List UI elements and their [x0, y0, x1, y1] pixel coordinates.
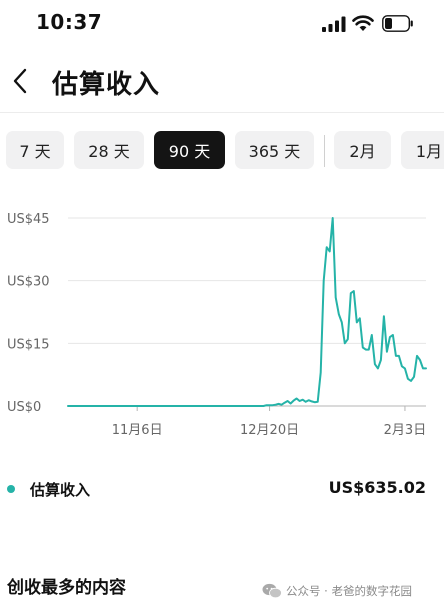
- series-line-estimated-earnings: [67, 217, 427, 407]
- x-tick-label: 12月20日: [240, 423, 299, 438]
- wifi-icon: [352, 15, 374, 31]
- header-divider: [0, 112, 444, 113]
- legend-dot-icon: [7, 485, 15, 493]
- tab-separator: [324, 135, 325, 167]
- legend-label: 估算收入: [30, 481, 91, 499]
- x-tick-label: 2月3日: [384, 423, 427, 438]
- nav-bar: 估算收入: [0, 54, 444, 110]
- tab-90-days[interactable]: 90 天: [154, 131, 225, 169]
- total-earnings-value: US$635.02: [328, 478, 426, 497]
- tab-28-days[interactable]: 28 天: [74, 131, 144, 169]
- tab-february[interactable]: 2月: [334, 131, 391, 169]
- tab-365-days[interactable]: 365 天: [235, 131, 314, 169]
- y-tick-label: US$15: [7, 337, 50, 352]
- y-tick-label: US$45: [7, 212, 50, 227]
- date-range-tabs: 7 天 28 天 90 天 365 天 2月 1月: [0, 131, 444, 171]
- back-arrow-icon[interactable]: [10, 66, 32, 96]
- y-tick-label: US$30: [7, 275, 50, 290]
- tab-january[interactable]: 1月: [401, 131, 444, 169]
- status-time: 10:37: [36, 10, 103, 34]
- watermark-text: 公众号 · 老爸的数字花园: [286, 584, 412, 598]
- x-tick-label: 11月6日: [112, 423, 163, 438]
- watermark: 公众号 · 老爸的数字花园: [262, 580, 444, 602]
- status-bar: 10:37: [0, 0, 444, 48]
- page-title: 估算收入: [52, 70, 161, 100]
- earnings-line-chart: US$45 US$30 US$15 US$0 11月6日 12月20日 2月3日: [7, 212, 427, 438]
- battery-icon: [382, 15, 413, 32]
- tab-7-days[interactable]: 7 天: [6, 131, 64, 169]
- y-tick-label: US$0: [7, 400, 41, 415]
- legend-row: 估算收入 US$635.02: [0, 476, 444, 502]
- signal-icon: [322, 16, 346, 32]
- wechat-icon: [262, 583, 282, 599]
- section-title: 创收最多的内容: [7, 578, 126, 598]
